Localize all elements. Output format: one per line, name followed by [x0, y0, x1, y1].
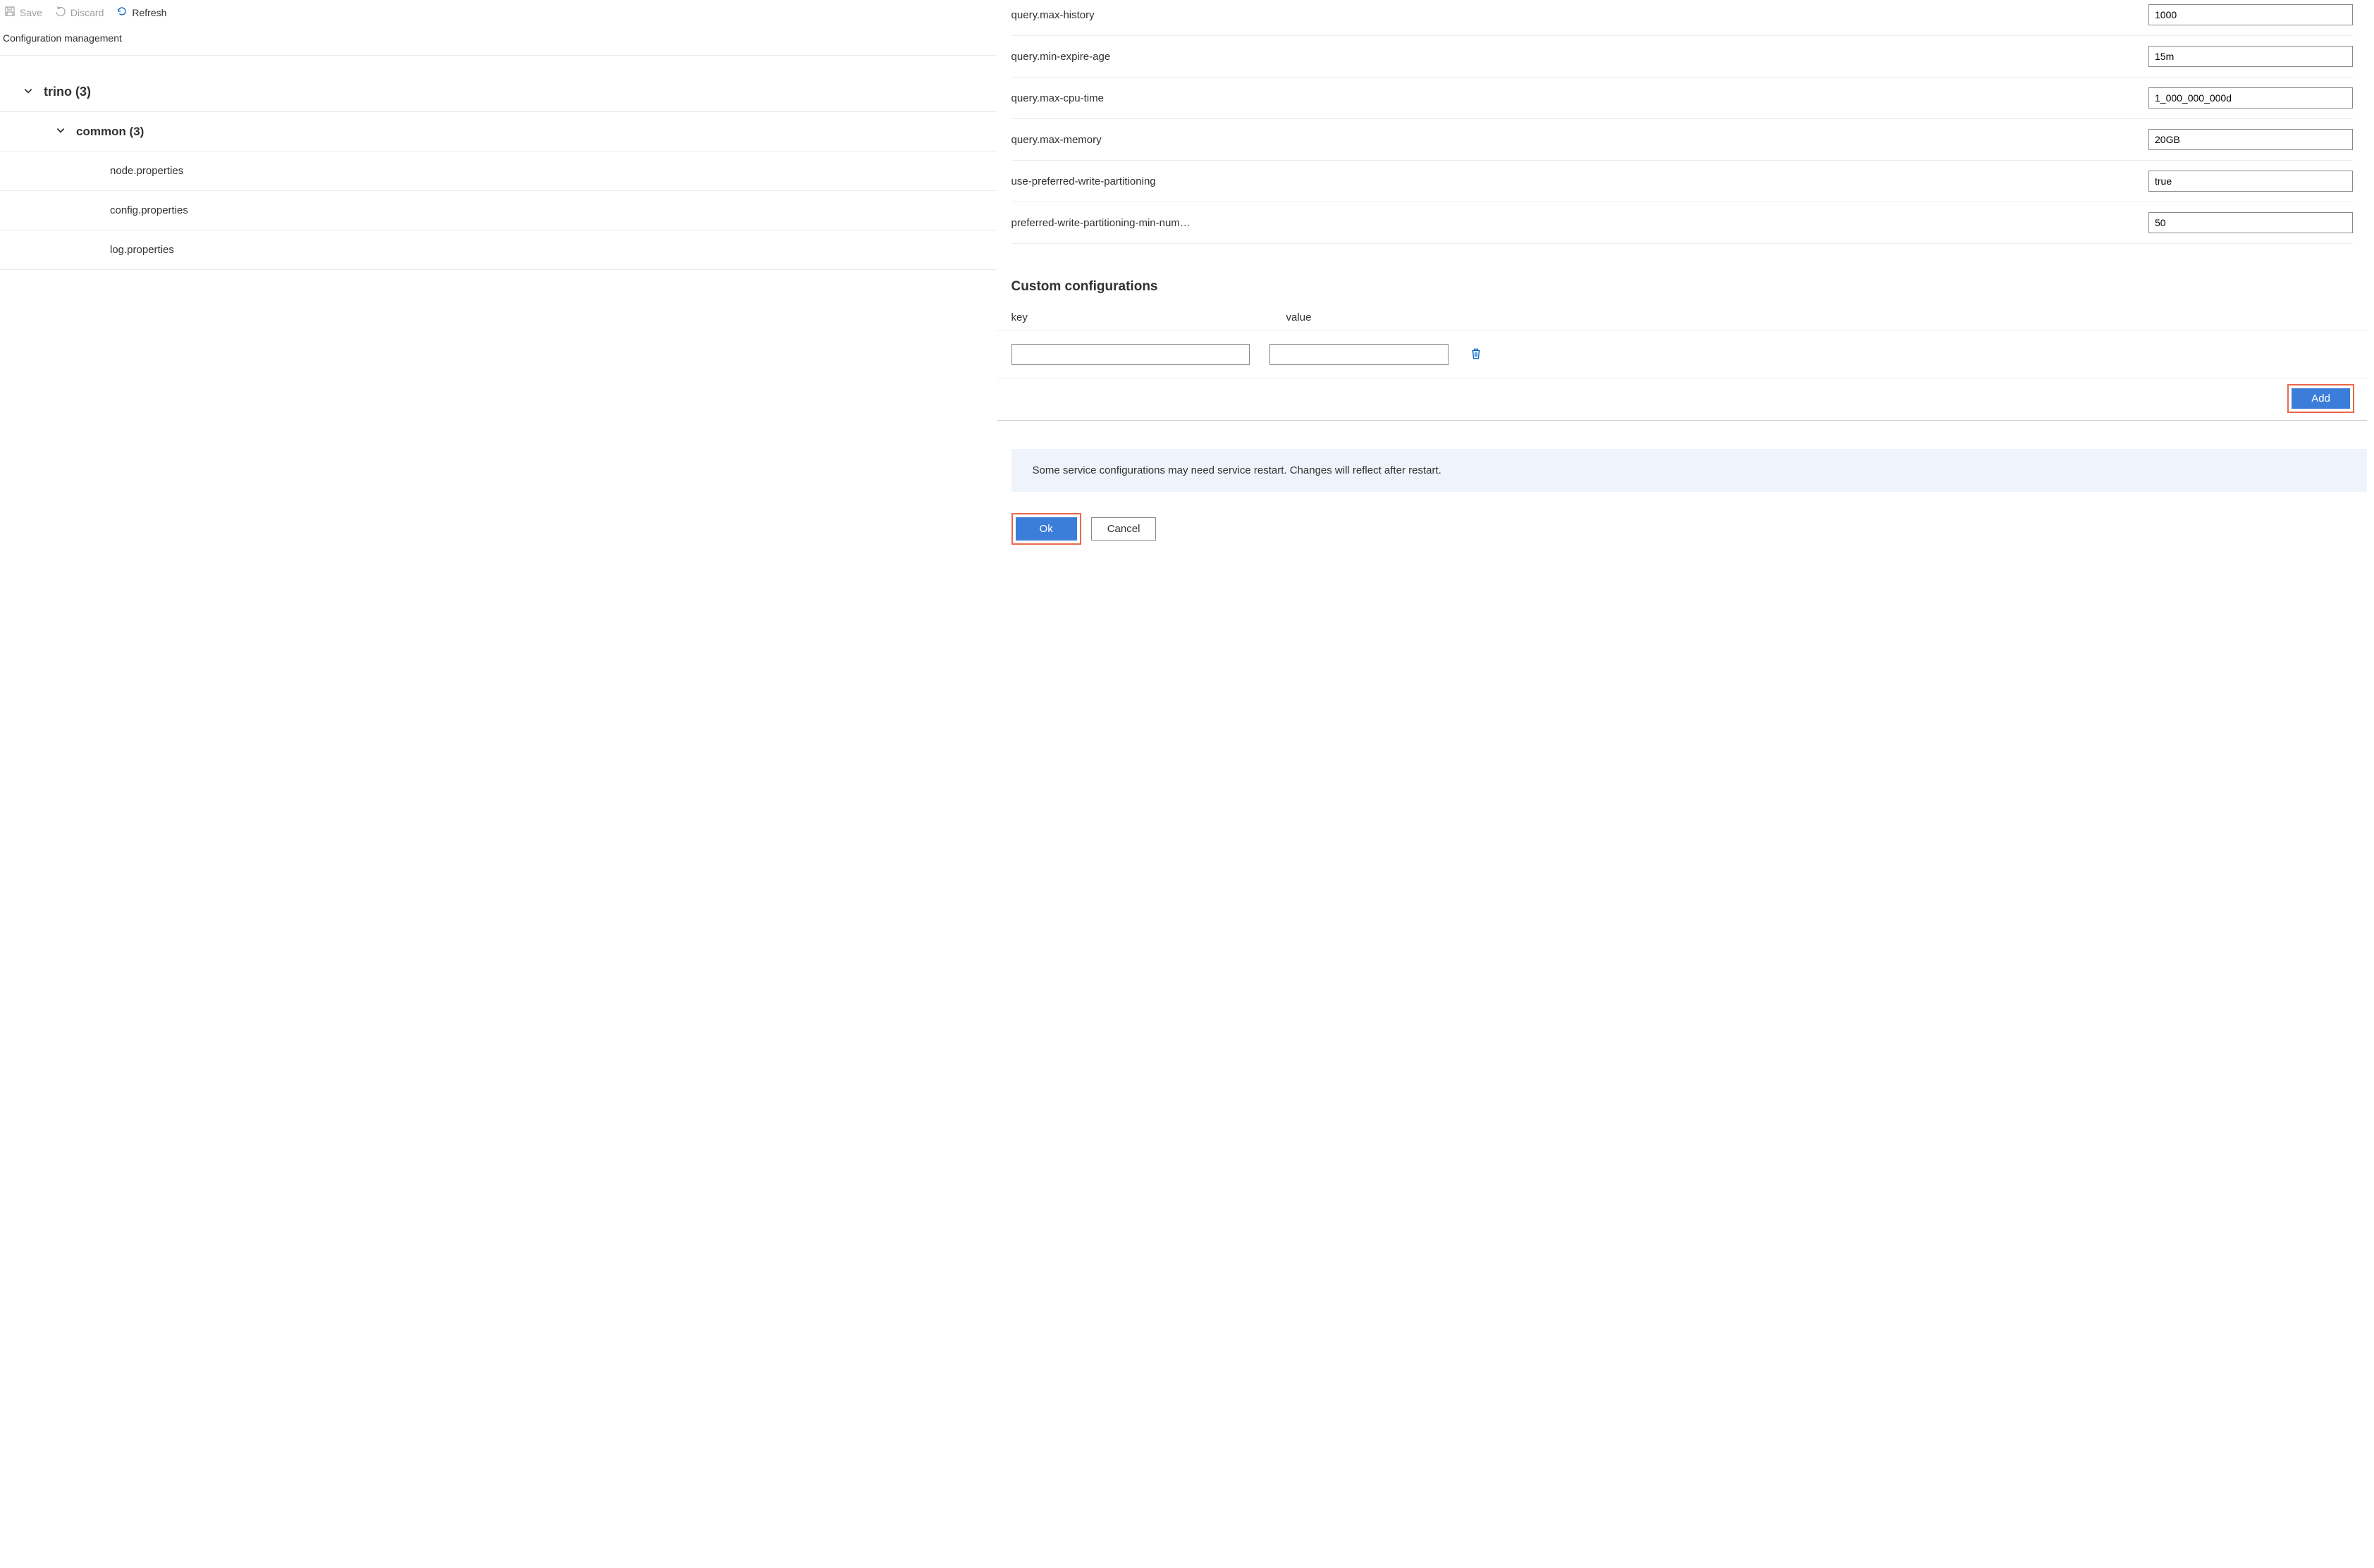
setting-key: query.max-cpu-time [1011, 92, 2127, 104]
setting-value-input[interactable] [2148, 87, 2353, 109]
add-highlight: Add [2287, 384, 2354, 413]
undo-icon [55, 6, 66, 19]
config-tree: trino (3) common (3) node.properties con… [0, 56, 997, 270]
setting-row: query.max-cpu-time [1011, 78, 2353, 119]
custom-value-input[interactable] [1269, 344, 1449, 365]
tree-leaf-config-properties[interactable]: config.properties [0, 191, 997, 230]
setting-value-input[interactable] [2148, 212, 2353, 233]
setting-row: query.max-history [1011, 0, 2353, 36]
custom-config-heading: Custom configurations [997, 279, 2367, 295]
chevron-down-icon [45, 125, 76, 139]
setting-key: use-preferred-write-partitioning [1011, 175, 2127, 187]
save-label: Save [20, 7, 42, 18]
tree-leaf-node-properties[interactable]: node.properties [0, 152, 997, 191]
divider [997, 420, 2367, 421]
add-button[interactable]: Add [2292, 388, 2350, 409]
discard-label: Discard [70, 7, 104, 18]
tree-group-common[interactable]: common (3) [0, 112, 997, 152]
restart-notice: Some service configurations may need ser… [1011, 449, 2367, 492]
chevron-down-icon [13, 85, 44, 99]
tree-group-label: common (3) [76, 125, 144, 139]
tree-leaf-label: node.properties [110, 165, 183, 177]
refresh-label: Refresh [132, 7, 166, 18]
refresh-button[interactable]: Refresh [116, 6, 166, 19]
custom-columns-header: key value [997, 307, 2367, 331]
discard-button[interactable]: Discard [55, 6, 104, 19]
custom-config-row [997, 331, 2367, 378]
setting-row: query.max-memory [1011, 119, 2353, 161]
tree-leaf-label: log.properties [110, 244, 174, 256]
save-button[interactable]: Save [4, 6, 42, 19]
column-key: key [1011, 311, 1265, 323]
delete-row-button[interactable] [1468, 346, 1484, 364]
footer-buttons: Ok Cancel [997, 513, 2367, 545]
trash-icon [1470, 352, 1482, 362]
left-panel: Save Discard Refresh Configurat [0, 0, 997, 1568]
cancel-button[interactable]: Cancel [1091, 517, 1157, 541]
setting-key: query.min-expire-age [1011, 51, 2127, 63]
tree-root-trino[interactable]: trino (3) [0, 73, 997, 112]
setting-value-input[interactable] [2148, 46, 2353, 67]
page-root: Save Discard Refresh Configurat [0, 0, 2374, 1568]
setting-row: query.min-expire-age [1011, 36, 2353, 78]
setting-value-input[interactable] [2148, 171, 2353, 192]
setting-key: preferred-write-partitioning-min-num… [1011, 217, 2127, 229]
setting-value-input[interactable] [2148, 4, 2353, 25]
ok-highlight: Ok [1011, 513, 1081, 545]
column-value: value [1286, 311, 1312, 323]
refresh-icon [116, 6, 128, 19]
setting-row: use-preferred-write-partitioning [1011, 161, 2353, 202]
right-panel: query.max-history query.min-expire-age q… [997, 0, 2374, 1568]
save-icon [4, 6, 16, 19]
settings-list: query.max-history query.min-expire-age q… [997, 0, 2367, 244]
setting-key: query.max-memory [1011, 134, 2127, 146]
custom-key-input[interactable] [1011, 344, 1250, 365]
ok-button[interactable]: Ok [1016, 517, 1077, 541]
setting-key: query.max-history [1011, 9, 2127, 21]
setting-row: preferred-write-partitioning-min-num… [1011, 202, 2353, 244]
tree-root-label: trino (3) [44, 85, 91, 99]
toolbar: Save Discard Refresh [0, 0, 997, 28]
setting-value-input[interactable] [2148, 129, 2353, 150]
page-subtitle: Configuration management [0, 28, 997, 56]
add-row-container: Add [997, 378, 2367, 420]
tree-leaf-label: config.properties [110, 204, 188, 216]
tree-leaf-log-properties[interactable]: log.properties [0, 230, 997, 270]
